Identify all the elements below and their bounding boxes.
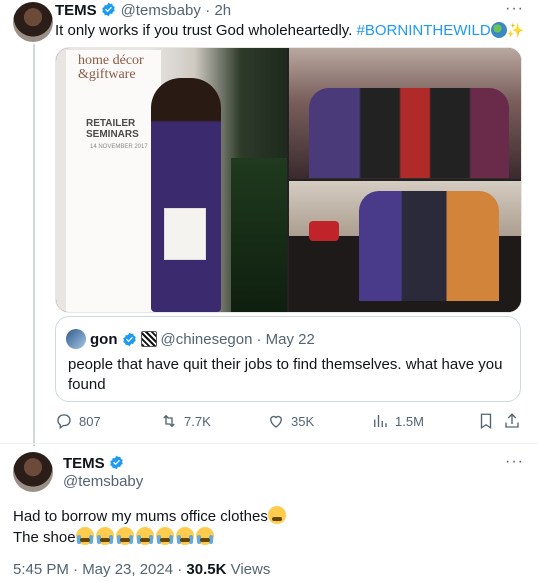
verified-badge-icon (102, 2, 115, 17)
more-icon[interactable]: ··· (505, 453, 524, 471)
tweet-text: It only works if you trust God wholehear… (55, 20, 524, 41)
photo-group-standing[interactable] (289, 48, 521, 179)
bookmark-icon (480, 413, 492, 430)
quote-author-handle: @chinesegon (160, 330, 253, 348)
quote-author-name: gon (90, 330, 118, 348)
photo-seminar[interactable]: home décor &giftware RETAILER SEMINARS 1… (56, 48, 287, 312)
seminar-banner: home décor &giftware RETAILER SEMINARS 1… (66, 50, 161, 312)
banner-line: home décor (78, 53, 144, 68)
seated-people (359, 191, 499, 301)
tweet-header: TEMS (63, 455, 124, 473)
quote-header: gon @chinesegon · May 22 (66, 329, 315, 349)
person-figure (151, 78, 221, 312)
repost-icon (163, 414, 175, 428)
verified-badge-icon (122, 332, 136, 346)
banner-heading: RETAILER SEMINARS (66, 82, 161, 140)
quote-text: people that have quit their jobs to find… (68, 356, 503, 393)
tweet-header: TEMS @temsbaby · 2h (55, 2, 231, 20)
photo-group-seated[interactable] (289, 181, 521, 312)
views-button[interactable]: 1.5M (371, 412, 424, 430)
hashtag-link[interactable]: #BORNINTHEWILD (357, 22, 491, 39)
crying-emoji-icon (195, 527, 214, 545)
post-timestamp[interactable]: 5:45 PM · May 23, 2024 · (13, 561, 186, 578)
banner-line: RETAILER (86, 118, 136, 129)
author-name[interactable]: TEMS (63, 455, 105, 472)
views-count: 1.5M (395, 413, 424, 429)
group-people (309, 88, 509, 178)
crying-emoji-icon (75, 527, 94, 545)
avatar[interactable] (13, 2, 53, 42)
verified-badge-icon (110, 455, 123, 470)
crying-emoji-icon (135, 527, 154, 545)
reply-count: 807 (79, 413, 101, 429)
quote-avatar (66, 329, 86, 349)
banner-date: 14 NOVEMBER 2017 (90, 144, 148, 150)
tweet-text-line2: The shoe (13, 527, 216, 548)
heart-icon (270, 415, 282, 428)
globe-emoji-icon (490, 22, 507, 38)
views-label: Views (226, 561, 271, 578)
tweet-body: The shoe (13, 529, 76, 546)
like-button[interactable]: 35K (267, 412, 314, 430)
post-meta: 5:45 PM · May 23, 2024 · 30.5K Views (13, 561, 270, 578)
post-time[interactable]: · 2h (205, 2, 231, 19)
crying-emoji-icon (155, 527, 174, 545)
repost-button[interactable]: 7.7K (160, 412, 211, 430)
more-icon[interactable]: ··· (505, 0, 524, 18)
sweat-smile-emoji-icon (267, 506, 286, 524)
crying-emoji-icon (115, 527, 134, 545)
action-bar: 807 7.7K 35K 1.5M (55, 412, 520, 434)
like-count: 35K (291, 413, 315, 429)
divider (0, 443, 538, 444)
banner-line: SEMINARS (86, 129, 139, 140)
author-handle[interactable]: @temsbaby (63, 473, 143, 490)
banner-logo: home décor &giftware (66, 50, 161, 82)
banner-line: &giftware (78, 67, 136, 82)
thread-line (33, 44, 35, 446)
crying-emoji-icon (175, 527, 194, 545)
repost-count: 7.7K (184, 413, 211, 429)
views-chart-icon (374, 415, 387, 427)
reply-button[interactable]: 807 (55, 412, 101, 430)
affiliate-badge-icon (140, 331, 157, 347)
media-grid: home décor &giftware RETAILER SEMINARS 1… (55, 47, 522, 313)
tweet-text-line1: Had to borrow my mums office clothes (13, 506, 288, 527)
view-count: 30.5K (186, 561, 227, 578)
tweet-body: It only works if you trust God wholehear… (55, 22, 357, 39)
christmas-tree (231, 158, 287, 312)
reply-icon (57, 414, 71, 430)
author-name[interactable]: TEMS (55, 2, 97, 19)
quote-date: · May 22 (256, 330, 315, 348)
sparkles-emoji-icon: ✨ (506, 22, 525, 38)
tweet-body: Had to borrow my mums office clothes (13, 508, 268, 525)
author-handle[interactable]: @temsbaby (121, 2, 201, 19)
bookmark-button[interactable] (477, 412, 495, 430)
red-cushion (309, 221, 339, 241)
crying-emoji-icon (95, 527, 114, 545)
quoted-tweet[interactable]: gon @chinesegon · May 22 people that hav… (55, 316, 521, 402)
avatar[interactable] (13, 452, 53, 492)
gift-bag (164, 208, 206, 260)
share-button[interactable] (503, 412, 521, 430)
share-icon (505, 413, 519, 428)
